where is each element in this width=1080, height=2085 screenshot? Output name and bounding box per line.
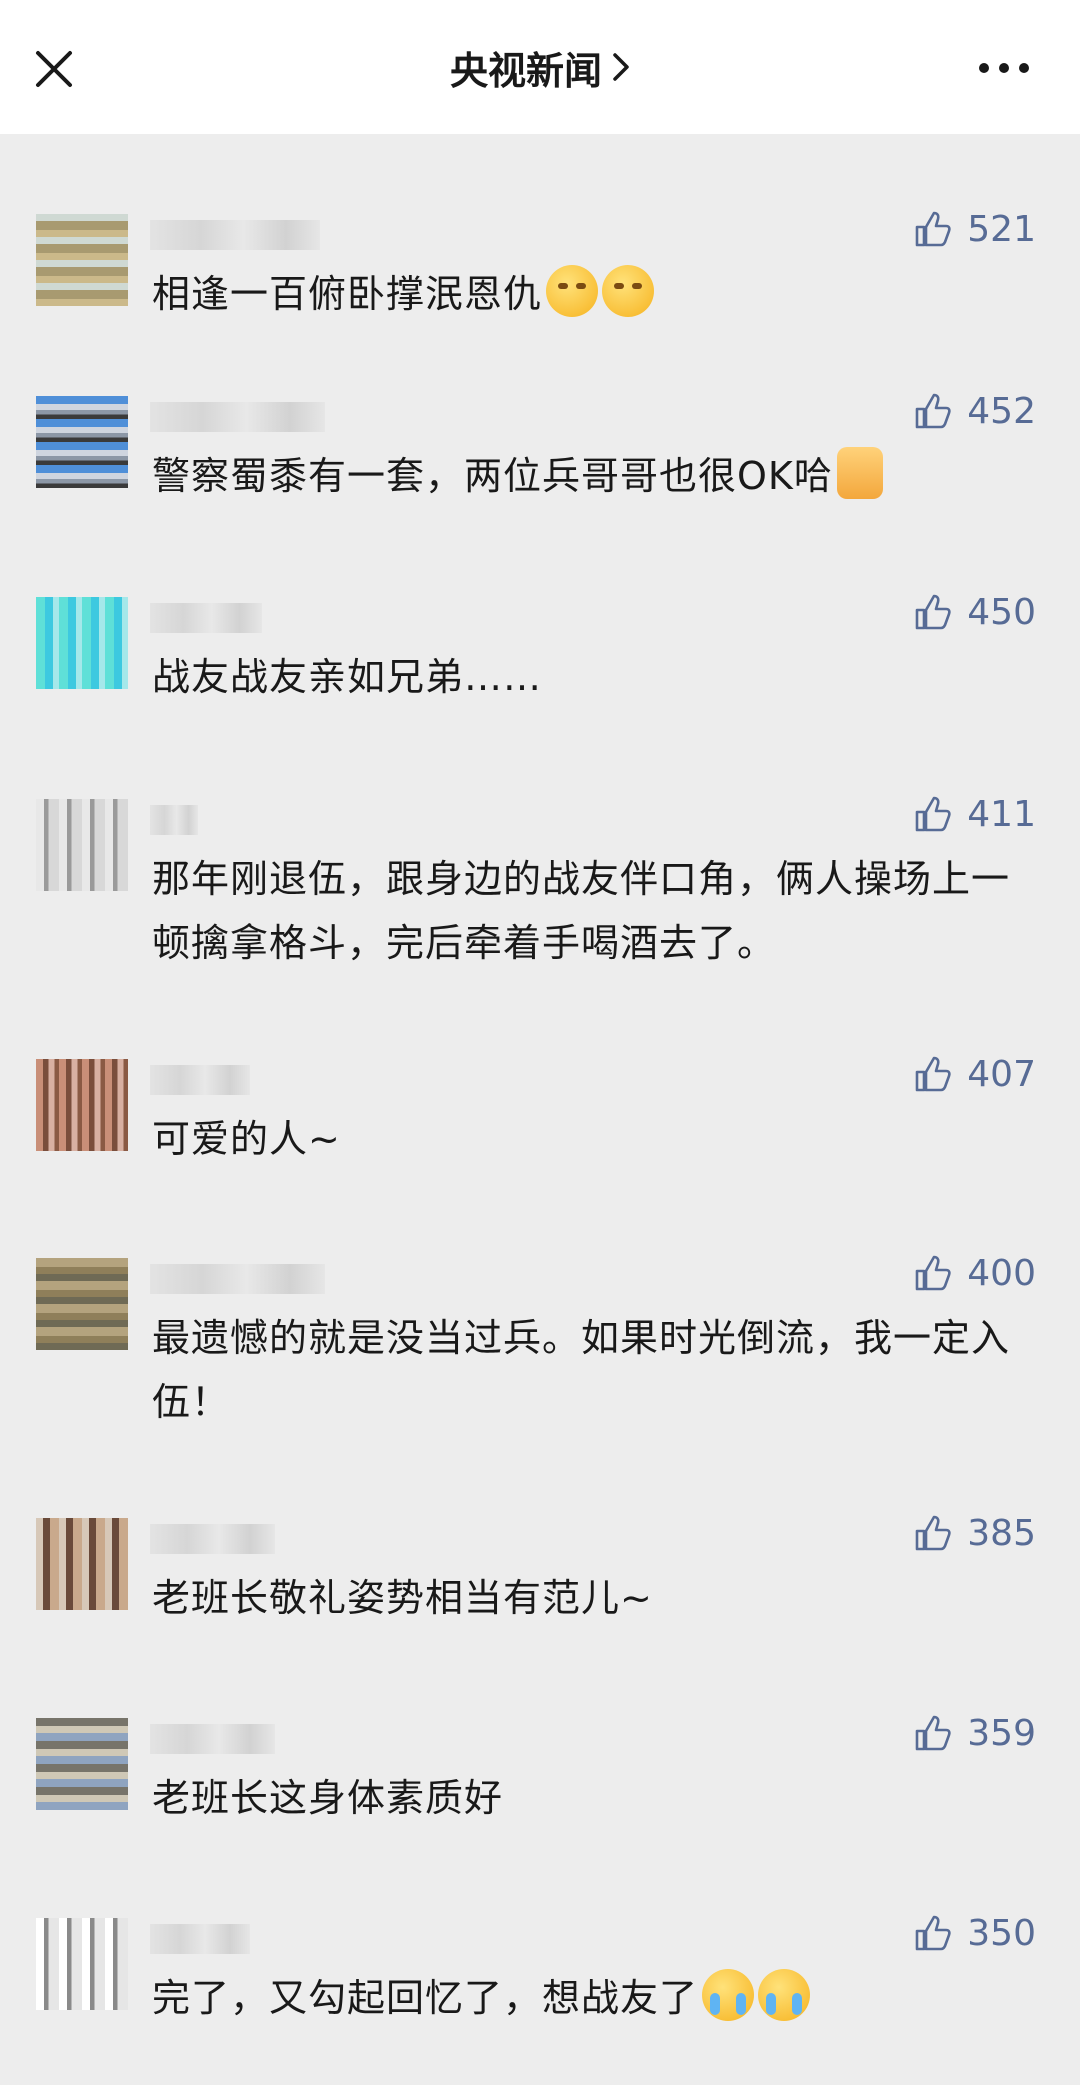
smirk-face-emoji [602, 265, 655, 317]
like-button[interactable]: 450 [913, 587, 1036, 637]
comment-text-content: 最遗憾的就是没当过兵。如果时光倒流，我一定入伍！ [152, 1316, 1011, 1424]
avatar[interactable] [36, 1918, 128, 2010]
nickname-blurred[interactable] [150, 220, 320, 250]
like-count: 521 [967, 208, 1036, 250]
page-title[interactable]: 央视新闻 [450, 40, 602, 95]
comment-text: 警察蜀黍有一套，两位兵哥哥也很OK哈 [152, 444, 1012, 508]
more-dots-icon[interactable] [978, 56, 1030, 80]
avatar[interactable] [36, 396, 128, 488]
nickname-blurred[interactable] [150, 1524, 275, 1554]
comment-text: 可爱的人~ [152, 1107, 1012, 1171]
crying-face-emoji [758, 1969, 811, 2021]
comment-text: 战友战友亲如兄弟…… [152, 645, 1012, 709]
close-icon[interactable] [30, 45, 78, 93]
nickname-blurred[interactable] [150, 402, 325, 432]
like-count: 411 [967, 793, 1036, 835]
nickname-blurred[interactable] [150, 1924, 250, 1954]
comment-text: 最遗憾的就是没当过兵。如果时光倒流，我一定入伍！ [152, 1306, 1012, 1434]
comment-text-content: 那年刚退伍，跟身边的战友伴口角，俩人操场上一顿擒拿格斗，完后牵着手喝酒去了。 [152, 857, 1011, 965]
nickname-blurred[interactable] [150, 805, 198, 835]
avatar[interactable] [36, 597, 128, 689]
nickname-blurred[interactable] [150, 1065, 250, 1095]
avatar[interactable] [36, 1518, 128, 1610]
nickname-blurred[interactable] [150, 1724, 275, 1754]
comment-text-content: 战友战友亲如兄弟…… [152, 655, 543, 699]
like-button[interactable]: 385 [913, 1508, 1036, 1558]
title-area: 央视新闻 [0, 0, 1080, 134]
nickname-blurred[interactable] [150, 603, 262, 633]
thumbs-up-emoji [836, 447, 883, 499]
comment-text: 完了，又勾起回忆了，想战友了 [152, 1966, 1012, 2030]
thumbs-up-icon [915, 211, 951, 247]
comment-text-content: 相逢一百俯卧撑泯恩仇 [152, 272, 543, 316]
like-count: 385 [967, 1512, 1036, 1554]
like-button[interactable]: 452 [913, 386, 1036, 436]
thumbs-up-icon [915, 1515, 951, 1551]
avatar[interactable] [36, 214, 128, 306]
comment-text: 老班长敬礼姿势相当有范儿~ [152, 1566, 1012, 1630]
comment-text: 老班长这身体素质好 [152, 1766, 1012, 1830]
like-count: 450 [967, 591, 1036, 633]
thumbs-up-icon [915, 796, 951, 832]
comment-list: 521 相逢一百俯卧撑泯恩仇 452 警察蜀黍有一套，两位兵哥哥也很OK哈 45… [0, 134, 1080, 2085]
avatar[interactable] [36, 1258, 128, 1350]
avatar[interactable] [36, 1718, 128, 1810]
like-button[interactable]: 359 [913, 1708, 1036, 1758]
like-count: 359 [967, 1712, 1036, 1754]
like-button[interactable]: 411 [913, 789, 1036, 839]
top-bar: 央视新闻 [0, 0, 1080, 134]
thumbs-up-icon [915, 1056, 951, 1092]
avatar[interactable] [36, 1059, 128, 1151]
crying-face-emoji [702, 1969, 755, 2021]
comment-text-content: 可爱的人~ [152, 1117, 341, 1161]
like-button[interactable]: 407 [913, 1049, 1036, 1099]
chevron-right-icon[interactable] [612, 52, 630, 82]
thumbs-up-icon [915, 1715, 951, 1751]
like-count: 400 [967, 1252, 1036, 1294]
comment-text-content: 老班长敬礼姿势相当有范儿~ [152, 1576, 653, 1620]
thumbs-up-icon [915, 1915, 951, 1951]
thumbs-up-icon [915, 393, 951, 429]
smirk-face-emoji [546, 265, 599, 317]
comment-text-content: 警察蜀黍有一套，两位兵哥哥也很OK哈 [152, 454, 833, 498]
like-count: 452 [967, 390, 1036, 432]
thumbs-up-icon [915, 594, 951, 630]
like-count: 407 [967, 1053, 1036, 1095]
thumbs-up-icon [915, 1255, 951, 1291]
comment-text: 那年刚退伍，跟身边的战友伴口角，俩人操场上一顿擒拿格斗，完后牵着手喝酒去了。 [152, 847, 1012, 975]
like-count: 350 [967, 1912, 1036, 1954]
comment-text-content: 老班长这身体素质好 [152, 1776, 504, 1820]
like-button[interactable]: 350 [913, 1908, 1036, 1958]
comment-text-content: 完了，又勾起回忆了，想战友了 [152, 1976, 699, 2020]
avatar[interactable] [36, 799, 128, 891]
like-button[interactable]: 400 [913, 1248, 1036, 1298]
comment-text: 相逢一百俯卧撑泯恩仇 [152, 262, 1012, 326]
nickname-blurred[interactable] [150, 1264, 325, 1294]
like-button[interactable]: 521 [913, 204, 1036, 254]
